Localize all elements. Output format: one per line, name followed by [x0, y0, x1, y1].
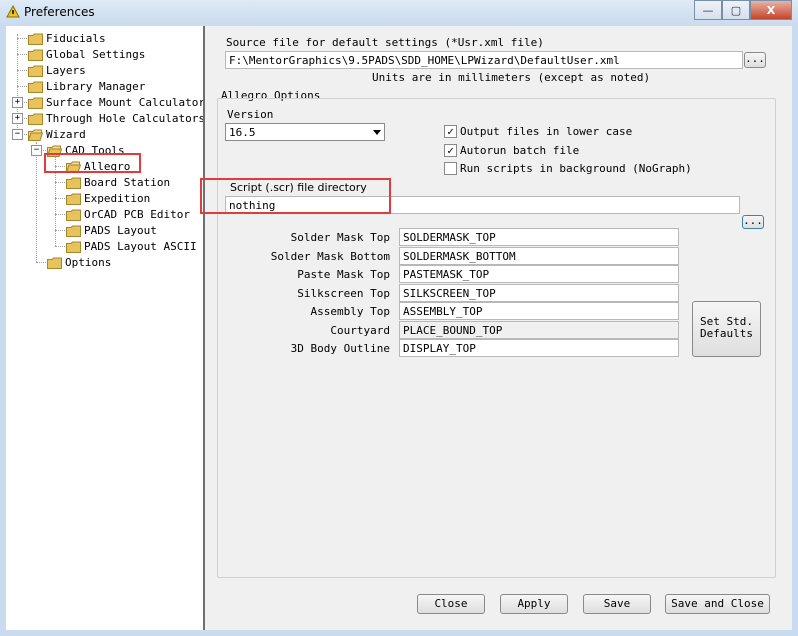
dropdown-arrow-icon: [373, 130, 381, 135]
tree-item-fiducials[interactable]: Fiducials: [28, 31, 106, 46]
folder-icon: [28, 65, 43, 77]
units-note: Units are in millimeters (except as note…: [372, 71, 651, 84]
layer-field-3d-body-outline[interactable]: DISPLAY_TOP: [399, 339, 679, 357]
expand-surface-mount-icon[interactable]: +: [12, 97, 23, 108]
folder-icon: [28, 97, 43, 109]
checkbox-run-background-label: Run scripts in background (NoGraph): [460, 162, 692, 175]
tree-item-pads-layout[interactable]: PADS Layout: [66, 223, 157, 238]
tree-item-pads-layout-ascii[interactable]: PADS Layout ASCII: [66, 239, 197, 254]
checkbox-autorun-batch-label: Autorun batch file: [460, 144, 580, 157]
open-folder-icon: [28, 129, 43, 141]
layer-field-silkscreen-top[interactable]: SILKSCREEN_TOP: [399, 284, 679, 302]
tree-item-options[interactable]: Options: [47, 255, 111, 270]
folder-icon: [66, 177, 81, 189]
source-browse-button[interactable]: ...: [744, 52, 766, 68]
checkbox-lower-case-label: Output files in lower case: [460, 125, 633, 138]
close-button[interactable]: Close: [417, 594, 485, 614]
folder-icon: [28, 49, 43, 61]
preferences-tree[interactable]: + + − − Fiducials Global Settings Layers…: [6, 26, 205, 630]
checkbox-autorun-batch[interactable]: ✓: [444, 144, 457, 157]
version-label: Version: [227, 108, 274, 121]
folder-icon: [28, 81, 43, 93]
save-and-close-button[interactable]: Save and Close: [665, 594, 770, 614]
tree-item-orcad-pcb-editor[interactable]: OrCAD PCB Editor: [66, 207, 190, 222]
layer-field-assembly-top[interactable]: ASSEMBLY_TOP: [399, 302, 679, 320]
layer-label-paste-mask-top: Paste Mask Top: [297, 268, 390, 281]
folder-icon: [28, 33, 43, 45]
tree-item-layers[interactable]: Layers: [28, 63, 86, 78]
tree-item-surface-mount-calculators[interactable]: Surface Mount Calculators: [28, 95, 203, 110]
layer-field-paste-mask-top[interactable]: PASTEMASK_TOP: [399, 265, 679, 283]
window-title: Preferences: [24, 5, 95, 19]
version-select[interactable]: 16.5: [225, 123, 385, 141]
folder-icon: [66, 225, 81, 237]
minimize-button[interactable]: —: [694, 0, 722, 20]
layer-label-solder-mask-top: Solder Mask Top: [290, 231, 390, 244]
app-icon: [6, 4, 20, 19]
tree-item-board-station[interactable]: Board Station: [66, 175, 170, 190]
window-frame-bottom: [0, 630, 798, 636]
collapse-wizard-icon[interactable]: −: [12, 129, 23, 140]
title-bar: Preferences — ▢ X: [0, 0, 798, 27]
tree-item-through-hole-calculators[interactable]: Through Hole Calculators: [28, 111, 203, 126]
layer-field-solder-mask-top[interactable]: SOLDERMASK_TOP: [399, 228, 679, 246]
save-button[interactable]: Save: [583, 594, 651, 614]
tree-item-wizard[interactable]: Wizard: [28, 127, 86, 142]
layer-label-assembly-top: Assembly Top: [310, 305, 390, 318]
apply-button[interactable]: Apply: [500, 594, 568, 614]
window-frame-right: [792, 26, 798, 636]
layer-field-courtyard: PLACE_BOUND_TOP: [399, 321, 679, 339]
maximize-button[interactable]: ▢: [722, 0, 750, 20]
source-file-field[interactable]: F:\MentorGraphics\9.5PADS\SDD_HOME\LPWiz…: [225, 51, 743, 69]
folder-icon: [66, 209, 81, 221]
checkbox-run-background[interactable]: [444, 162, 457, 175]
script-browse-button[interactable]: ...: [742, 215, 764, 229]
source-file-label: Source file for default settings (*Usr.x…: [226, 36, 544, 49]
annotation-highlight-allegro: [44, 153, 141, 173]
checkbox-lower-case[interactable]: ✓: [444, 125, 457, 138]
folder-icon: [28, 113, 43, 125]
layer-label-courtyard: Courtyard: [330, 324, 390, 337]
set-std-defaults-button[interactable]: Set Std. Defaults: [692, 301, 761, 357]
close-window-button[interactable]: X: [750, 0, 792, 20]
layer-label-solder-mask-bottom: Solder Mask Bottom: [270, 250, 390, 263]
tree-item-global-settings[interactable]: Global Settings: [28, 47, 145, 62]
layer-field-solder-mask-bottom[interactable]: SOLDERMASK_BOTTOM: [399, 247, 679, 265]
annotation-highlight-script: [200, 178, 391, 214]
folder-icon: [66, 241, 81, 253]
expand-through-hole-icon[interactable]: +: [12, 113, 23, 124]
tree-item-library-manager[interactable]: Library Manager: [28, 79, 145, 94]
collapse-cad-tools-icon[interactable]: −: [31, 145, 42, 156]
tree-item-expedition[interactable]: Expedition: [66, 191, 150, 206]
layer-label-silkscreen-top: Silkscreen Top: [297, 287, 390, 300]
folder-icon: [66, 193, 81, 205]
settings-panel: Source file for default settings (*Usr.x…: [200, 26, 792, 630]
layer-label-3d-body-outline: 3D Body Outline: [290, 342, 390, 355]
folder-icon: [47, 257, 62, 269]
